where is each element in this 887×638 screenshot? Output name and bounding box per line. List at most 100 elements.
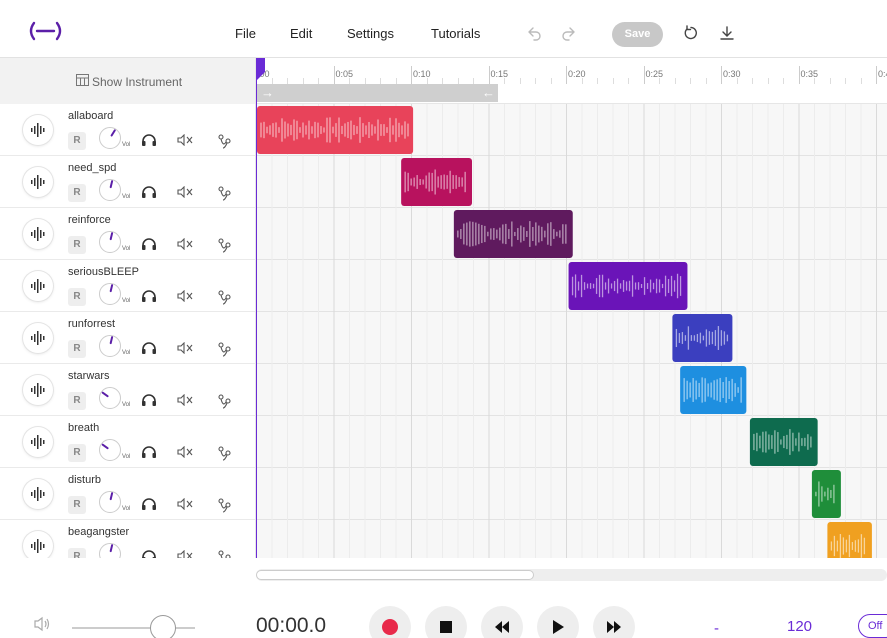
- headphones-icon[interactable]: [141, 185, 157, 199]
- track-row[interactable]: need_spd R Vol: [0, 156, 255, 208]
- volume-knob[interactable]: [98, 334, 122, 358]
- loop-region[interactable]: → ←: [256, 84, 498, 102]
- grid-row[interactable]: [256, 364, 887, 416]
- record-arm-button[interactable]: R: [68, 288, 86, 306]
- mute-icon[interactable]: [177, 550, 195, 558]
- mute-icon[interactable]: [177, 134, 195, 146]
- master-volume-track[interactable]: [72, 627, 195, 629]
- bpm-value[interactable]: 120: [787, 618, 812, 635]
- track-grid[interactable]: [256, 104, 887, 558]
- headphones-icon[interactable]: [141, 289, 157, 303]
- stop-button[interactable]: [425, 606, 467, 638]
- mute-icon[interactable]: [177, 342, 195, 354]
- track-name[interactable]: breath: [68, 422, 99, 434]
- track-row[interactable]: beagangster R Vol: [0, 520, 255, 558]
- mute-icon[interactable]: [177, 290, 195, 302]
- track-name[interactable]: disturb: [68, 474, 101, 486]
- track-waveform-icon[interactable]: [23, 323, 53, 353]
- audio-clip-reinforce[interactable]: [453, 210, 573, 258]
- headphones-icon[interactable]: [141, 341, 157, 355]
- track-waveform-icon[interactable]: [23, 375, 53, 405]
- grid-row[interactable]: [256, 468, 887, 520]
- track-name[interactable]: seriousBLEEP: [68, 266, 139, 278]
- effects-icon[interactable]: [217, 185, 231, 201]
- track-name[interactable]: runforrest: [68, 318, 115, 330]
- track-waveform-icon[interactable]: [23, 531, 53, 558]
- record-arm-button[interactable]: R: [68, 236, 86, 254]
- scrollbar-thumb[interactable]: [256, 570, 534, 580]
- grid-row[interactable]: [256, 520, 887, 558]
- menu-settings[interactable]: Settings: [347, 26, 394, 41]
- track-row[interactable]: allaboard R Vol: [0, 104, 255, 156]
- track-row[interactable]: disturb R Vol: [0, 468, 255, 520]
- bpm-decrease[interactable]: -: [714, 620, 719, 637]
- master-volume-thumb[interactable]: [150, 615, 176, 638]
- track-row[interactable]: breath R Vol: [0, 416, 255, 468]
- record-arm-button[interactable]: R: [68, 496, 86, 514]
- headphones-icon[interactable]: [141, 133, 157, 147]
- volume-knob[interactable]: [98, 490, 122, 514]
- track-row[interactable]: starwars R Vol: [0, 364, 255, 416]
- rewind-button[interactable]: [481, 606, 523, 638]
- record-arm-button[interactable]: R: [68, 132, 86, 150]
- headphones-icon[interactable]: [141, 549, 157, 558]
- audio-clip-need_spd[interactable]: [401, 158, 472, 206]
- track-waveform-icon[interactable]: [23, 219, 53, 249]
- horizontal-scrollbar[interactable]: [256, 569, 887, 581]
- play-button[interactable]: [537, 606, 579, 638]
- audio-clip-breath[interactable]: [749, 418, 818, 466]
- menu-tutorials[interactable]: Tutorials: [431, 26, 480, 41]
- refresh-icon[interactable]: [682, 24, 700, 42]
- time-ruler[interactable]: :000:050:100:150:200:250:300:350:40 → ←: [256, 58, 887, 104]
- audio-clip-disturb[interactable]: [811, 470, 841, 518]
- grid-row[interactable]: [256, 312, 887, 364]
- track-waveform-icon[interactable]: [23, 115, 53, 145]
- effects-icon[interactable]: [217, 133, 231, 149]
- menu-edit[interactable]: Edit: [290, 26, 312, 41]
- metronome-toggle[interactable]: Off: [858, 614, 887, 638]
- track-name[interactable]: starwars: [68, 370, 110, 382]
- fast-forward-button[interactable]: [593, 606, 635, 638]
- volume-knob[interactable]: [98, 282, 122, 306]
- track-waveform-icon[interactable]: [23, 271, 53, 301]
- mute-icon[interactable]: [177, 498, 195, 510]
- volume-knob[interactable]: [98, 542, 122, 558]
- audio-clip-starwars[interactable]: [680, 366, 747, 414]
- redo-icon[interactable]: [560, 24, 578, 42]
- record-arm-button[interactable]: R: [68, 392, 86, 410]
- record-arm-button[interactable]: R: [68, 548, 86, 558]
- record-arm-button[interactable]: R: [68, 444, 86, 462]
- loop-end-arrow[interactable]: ←: [482, 84, 495, 102]
- playhead-handle[interactable]: [256, 58, 265, 82]
- record-button[interactable]: [369, 606, 411, 638]
- effects-icon[interactable]: [217, 237, 231, 253]
- volume-knob[interactable]: [98, 438, 122, 462]
- effects-icon[interactable]: [217, 497, 231, 513]
- speaker-icon[interactable]: [33, 616, 51, 632]
- audio-clip-seriousBLEEP[interactable]: [568, 262, 688, 310]
- headphones-icon[interactable]: [141, 393, 157, 407]
- show-instrument-button[interactable]: Show Instrument: [0, 58, 255, 104]
- track-waveform-icon[interactable]: [23, 427, 53, 457]
- download-icon[interactable]: [718, 24, 736, 42]
- mute-icon[interactable]: [177, 238, 195, 250]
- volume-knob[interactable]: [98, 178, 122, 202]
- track-row[interactable]: runforrest R Vol: [0, 312, 255, 364]
- logo-icon[interactable]: [26, 20, 66, 42]
- mute-icon[interactable]: [177, 446, 195, 458]
- headphones-icon[interactable]: [141, 497, 157, 511]
- track-name[interactable]: allaboard: [68, 110, 113, 122]
- track-name[interactable]: beagangster: [68, 526, 129, 538]
- headphones-icon[interactable]: [141, 237, 157, 251]
- effects-icon[interactable]: [217, 549, 231, 558]
- audio-clip-runforrest[interactable]: [672, 314, 733, 362]
- undo-icon[interactable]: [525, 24, 543, 42]
- track-row[interactable]: seriousBLEEP R Vol: [0, 260, 255, 312]
- effects-icon[interactable]: [217, 393, 231, 409]
- loop-start-arrow[interactable]: →: [261, 84, 274, 102]
- mute-icon[interactable]: [177, 186, 195, 198]
- save-button[interactable]: Save: [612, 22, 663, 47]
- track-waveform-icon[interactable]: [23, 167, 53, 197]
- record-arm-button[interactable]: R: [68, 184, 86, 202]
- headphones-icon[interactable]: [141, 445, 157, 459]
